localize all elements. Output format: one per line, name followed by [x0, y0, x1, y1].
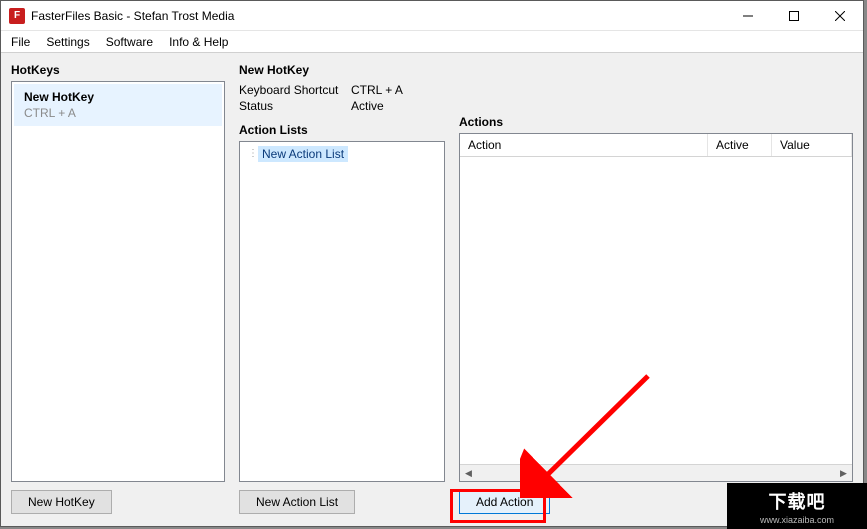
detail-value-shortcut: CTRL + A — [351, 83, 445, 97]
app-icon: F — [9, 8, 25, 24]
title-bar: F FasterFiles Basic - Stefan Trost Media — [1, 1, 863, 31]
details-title: New HotKey — [239, 63, 445, 77]
scroll-left-icon[interactable]: ◀ — [460, 465, 477, 482]
tree-connector-icon: ⋮ — [248, 149, 258, 159]
menu-info-help[interactable]: Info & Help — [161, 33, 236, 51]
new-hotkey-button[interactable]: New HotKey — [11, 490, 112, 514]
detail-label-status: Status — [239, 99, 351, 113]
action-lists-title: Action Lists — [239, 123, 445, 137]
action-list-item-label: New Action List — [258, 146, 348, 162]
column-active[interactable]: Active — [708, 134, 772, 156]
hotkey-item-name: New HotKey — [24, 90, 214, 104]
actions-horizontal-scrollbar[interactable]: ◀ ▶ — [460, 464, 852, 481]
window-title: FasterFiles Basic - Stefan Trost Media — [31, 9, 234, 23]
new-action-list-button[interactable]: New Action List — [239, 490, 355, 514]
scroll-track[interactable] — [477, 465, 835, 482]
action-lists-tree[interactable]: ⋮ New Action List — [239, 141, 445, 482]
actions-spacer-mid — [459, 77, 853, 113]
hotkeys-column: HotKeys New HotKey CTRL + A New HotKey — [11, 61, 225, 516]
hotkeys-title: HotKeys — [11, 63, 225, 77]
hotkeys-list[interactable]: New HotKey CTRL + A — [11, 81, 225, 482]
scroll-right-icon[interactable]: ▶ — [835, 465, 852, 482]
menu-settings[interactable]: Settings — [38, 33, 97, 51]
actions-title: Actions — [459, 115, 853, 129]
hotkey-item-shortcut: CTRL + A — [24, 106, 214, 120]
detail-label-shortcut: Keyboard Shortcut — [239, 83, 351, 97]
actions-table[interactable]: Action Active Value ◀ ▶ — [459, 133, 853, 482]
close-button[interactable] — [817, 1, 863, 31]
actions-column: Actions Action Active Value ◀ ▶ Add Acti… — [459, 61, 853, 516]
column-action[interactable]: Action — [460, 134, 708, 156]
menu-bar: File Settings Software Info & Help — [1, 31, 863, 53]
actions-spacer-top — [459, 61, 853, 77]
actions-table-body — [460, 157, 852, 464]
minimize-button[interactable] — [725, 1, 771, 31]
actions-button-row: Add Action — [459, 490, 853, 516]
action-lists-column: New HotKey Keyboard Shortcut CTRL + A St… — [239, 61, 445, 516]
app-window: F FasterFiles Basic - Stefan Trost Media… — [0, 0, 864, 527]
detail-value-status: Active — [351, 99, 445, 113]
content-area: HotKeys New HotKey CTRL + A New HotKey N… — [1, 53, 863, 526]
hotkeys-button-row: New HotKey — [11, 490, 225, 516]
add-action-button[interactable]: Add Action — [459, 490, 550, 514]
menu-software[interactable]: Software — [98, 33, 161, 51]
column-value[interactable]: Value — [772, 134, 852, 156]
hotkey-item[interactable]: New HotKey CTRL + A — [14, 84, 222, 126]
hotkey-details: Keyboard Shortcut CTRL + A Status Active — [239, 83, 445, 113]
menu-file[interactable]: File — [3, 33, 38, 51]
actions-table-header: Action Active Value — [460, 134, 852, 157]
action-list-item[interactable]: ⋮ New Action List — [242, 144, 442, 164]
maximize-button[interactable] — [771, 1, 817, 31]
action-lists-button-row: New Action List — [239, 490, 445, 516]
